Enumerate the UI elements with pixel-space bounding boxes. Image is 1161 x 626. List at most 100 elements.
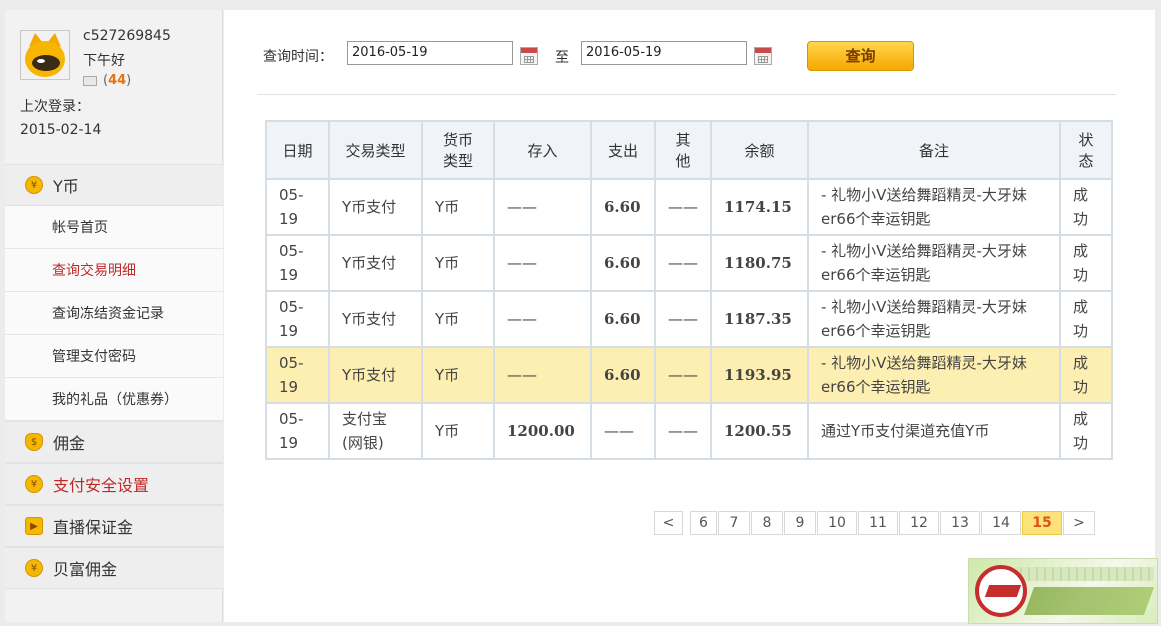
- cell-type: Y币支付: [328, 178, 423, 236]
- table-header-row: 日期 交易类型 货币 类型 存入 支出其他余额 备注状态: [265, 120, 1113, 180]
- column-header: 其他: [654, 120, 712, 180]
- column-header: 余额: [710, 120, 809, 180]
- nav-section-beifu-commission[interactable]: ¥ 贝富佣金: [5, 547, 223, 589]
- nav-item-account-home[interactable]: 帐号首页: [5, 206, 223, 249]
- nav-section-label: Y币: [53, 177, 79, 196]
- watermark-emblem: [975, 565, 1027, 617]
- nav-section-label: 直播保证金: [53, 518, 134, 537]
- query-time-label: 查询时间：: [263, 49, 333, 65]
- page-button[interactable]: 11: [858, 511, 898, 535]
- sidebar: c527269845 下午好 ( 44 ) 上次登录： 2015-02-14 ¥…: [5, 10, 223, 622]
- cell-deposit: 1200.00: [493, 402, 592, 460]
- page-button[interactable]: 12: [899, 511, 939, 535]
- nav-section-label: 贝富佣金: [53, 560, 118, 579]
- cell-type: Y币支付: [328, 290, 423, 348]
- sidebar-nav: ¥ Y币 帐号首页 查询交易明细 查询冻结资金记录 管理支付密码 我的礼品（优惠…: [5, 164, 223, 589]
- cell-date: 05- 19: [265, 290, 330, 348]
- cell-note: - 礼物小V送给舞蹈精灵-大牙妹er66个幸运钥匙: [807, 346, 1061, 404]
- cell-currency: Y币: [421, 346, 495, 404]
- divider: [257, 94, 1116, 95]
- nav-section-label: 佣金: [53, 434, 86, 453]
- cell-expense: ——: [590, 402, 656, 460]
- envelope-icon: [83, 75, 97, 86]
- nav-item-my-gifts[interactable]: 我的礼品（优惠券）: [5, 378, 223, 421]
- column-header: 支出: [590, 120, 656, 180]
- cell-other: ——: [654, 178, 712, 236]
- nav-section-label: 支付安全设置: [53, 476, 150, 495]
- cell-currency: Y币: [421, 290, 495, 348]
- watermark-stripe: [1023, 587, 1155, 615]
- play-icon: ▶: [25, 517, 43, 535]
- page-button[interactable]: 8: [751, 511, 783, 535]
- cell-type: 支付宝 (网银): [328, 402, 423, 460]
- cell-other: ——: [654, 290, 712, 348]
- cell-currency: Y币: [421, 178, 495, 236]
- nav-section-commission[interactable]: $ 佣金: [5, 421, 223, 463]
- nav-item-label: 我的礼品（优惠券）: [52, 392, 178, 408]
- coin-icon: ¥: [25, 559, 43, 577]
- cell-other: ——: [654, 402, 712, 460]
- nav-section-payment-security[interactable]: ¥ 支付安全设置: [5, 463, 223, 505]
- column-header: 日期: [265, 120, 330, 180]
- last-login-date: 2015-02-14: [20, 122, 102, 138]
- table-row: 05- 19 Y币支付 Y币 —— 6.60 —— 1187.35- 礼物小V送给舞蹈精灵-大…: [265, 290, 1113, 348]
- cell-date: 05- 19: [265, 402, 330, 460]
- cell-deposit: ——: [493, 346, 592, 404]
- cell-status: 成功: [1059, 346, 1113, 404]
- page-button[interactable]: 15: [1022, 511, 1062, 535]
- query-button[interactable]: 查询: [807, 41, 914, 71]
- page-button[interactable]: 10: [817, 511, 857, 535]
- page-button[interactable]: 13: [940, 511, 980, 535]
- nav-item-label: 查询交易明细: [52, 263, 136, 279]
- column-header: 状态: [1059, 120, 1113, 180]
- message-indicator[interactable]: ( 44 ): [83, 73, 131, 88]
- cell-note: - 礼物小V送给舞蹈精灵-大牙妹er66个幸运钥匙: [807, 178, 1061, 236]
- table-row: 05- 19 支付宝 (网银) Y币 1200.00 —— —— 1200.55 通过Y币支付渠道…: [265, 402, 1113, 460]
- calendar-icon[interactable]: [754, 47, 772, 65]
- page-button[interactable]: 7: [718, 511, 750, 535]
- nav-item-label: 查询冻结资金记录: [52, 306, 164, 322]
- cell-other: ——: [654, 346, 712, 404]
- cell-date: 05- 19: [265, 346, 330, 404]
- prev-page-button[interactable]: <: [654, 511, 683, 535]
- nav-section-live-deposit[interactable]: ▶ 直播保证金: [5, 505, 223, 547]
- column-header: 货币 类型: [421, 120, 495, 180]
- date-to-input[interactable]: 2016-05-19: [581, 41, 747, 65]
- page-button[interactable]: 14: [981, 511, 1021, 535]
- calendar-icon[interactable]: [520, 47, 538, 65]
- cell-balance: 1174.15: [710, 178, 809, 236]
- cell-date: 05- 19: [265, 234, 330, 292]
- nav-item-payment-password[interactable]: 管理支付密码: [5, 335, 223, 378]
- cell-expense: 6.60: [590, 178, 656, 236]
- table-row: 05- 19 Y币支付 Y币 —— 6.60 —— 1193.95- 礼物小V送给舞蹈精灵-大…: [265, 346, 1113, 404]
- cell-note: 通过Y币支付渠道充值Y币: [807, 402, 1061, 460]
- cell-type: Y币支付: [328, 234, 423, 292]
- message-count: 44: [108, 73, 127, 88]
- pager-gap: [684, 511, 689, 535]
- cell-status: 成功: [1059, 234, 1113, 292]
- watermark-logo: [968, 558, 1158, 624]
- money-bag-icon: $: [25, 433, 43, 451]
- transaction-table: 日期 交易类型 货币 类型 存入 支出其他余额 备注状态 05- 19 Y币支付 Y币 —— 6.60…: [265, 120, 1113, 460]
- cell-currency: Y币: [421, 402, 495, 460]
- last-login-label: 上次登录：: [20, 99, 90, 115]
- avatar[interactable]: [20, 30, 70, 80]
- message-count-close: ): [126, 73, 132, 88]
- watermark-band: [1014, 567, 1154, 581]
- cell-deposit: ——: [493, 290, 592, 348]
- nav-item-transaction-detail[interactable]: 查询交易明细: [5, 249, 223, 292]
- cell-status: 成功: [1059, 402, 1113, 460]
- column-header: 备注: [807, 120, 1061, 180]
- page-button[interactable]: 6: [690, 511, 717, 535]
- page-button[interactable]: 9: [784, 511, 816, 535]
- nav-section-ycoin[interactable]: ¥ Y币: [5, 164, 223, 206]
- user-profile: c527269845 下午好 ( 44 ) 上次登录： 2015-02-14: [5, 10, 222, 164]
- cell-expense: 6.60: [590, 290, 656, 348]
- main-content: 查询时间： 2016-05-19 至 2016-05-19 查询 日期 交易类型货…: [224, 10, 1155, 622]
- nav-item-frozen-funds[interactable]: 查询冻结资金记录: [5, 292, 223, 335]
- table-row: 05- 19 Y币支付 Y币 —— 6.60 —— 1174.15- 礼物小V送给舞蹈精灵-大…: [265, 178, 1113, 236]
- date-from-input[interactable]: 2016-05-19: [347, 41, 513, 65]
- cell-expense: 6.60: [590, 346, 656, 404]
- next-page-button[interactable]: >: [1063, 511, 1095, 535]
- column-header: 交易类型: [328, 120, 423, 180]
